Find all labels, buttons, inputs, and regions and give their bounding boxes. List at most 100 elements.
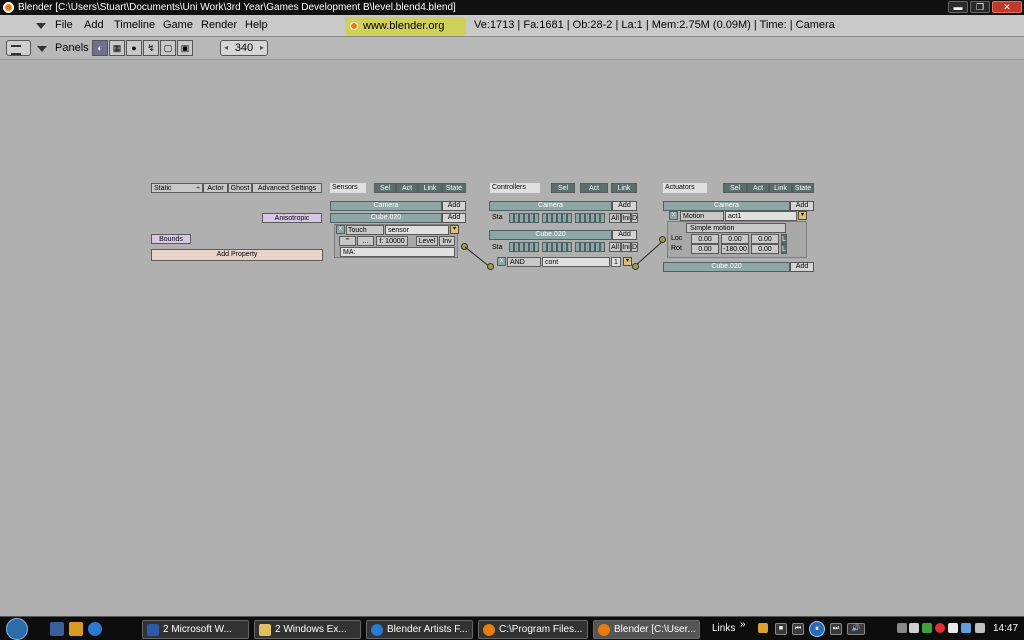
- sensors-cube-add-button[interactable]: Add: [442, 213, 466, 223]
- menu-collapse-icon[interactable]: [36, 23, 46, 29]
- cube-state-grid[interactable]: [509, 242, 605, 252]
- task-microsoft-word[interactable]: 2 Microsoft W...: [142, 620, 249, 639]
- tray-app-icon[interactable]: [758, 623, 768, 633]
- frame-next-icon[interactable]: ▸: [260, 41, 264, 55]
- sensor-level-toggle[interactable]: Level: [416, 236, 438, 246]
- frame-prev-icon[interactable]: ◂: [224, 41, 228, 55]
- physics-type-select[interactable]: Static ÷: [151, 183, 203, 193]
- sensor-invert-toggle[interactable]: Inv: [439, 236, 455, 246]
- menu-timeline[interactable]: Timeline: [114, 19, 155, 31]
- start-button-icon[interactable]: [6, 618, 28, 640]
- sensors-act-toggle[interactable]: Act: [396, 183, 418, 193]
- tray-green-icon[interactable]: [922, 623, 932, 633]
- camera-state-ini-button[interactable]: Ini: [621, 213, 631, 223]
- actor-toggle[interactable]: Actor: [203, 183, 228, 193]
- task-blender-active[interactable]: Blender [C:\User...: [593, 620, 700, 639]
- pause-icon[interactable]: ⏸: [809, 621, 825, 637]
- scene-context-icon[interactable]: ▣: [177, 40, 193, 56]
- next-icon[interactable]: ⏭: [830, 623, 842, 635]
- actuators-act-toggle[interactable]: Act: [747, 183, 769, 193]
- actuators-camera-bar[interactable]: Camera: [663, 201, 790, 211]
- controller-type-select[interactable]: AND: [507, 257, 541, 267]
- tray-arrow-icon[interactable]: [897, 623, 907, 633]
- controller-expand-icon[interactable]: ▾: [623, 257, 632, 266]
- sensor-name-field[interactable]: sensor: [385, 225, 449, 235]
- blender-url-badge[interactable]: www.blender.org 248.1: [345, 17, 466, 50]
- menu-file[interactable]: File: [55, 19, 73, 31]
- sensor-type-select[interactable]: Touch: [346, 225, 384, 235]
- controller-priority-field[interactable]: 1: [611, 257, 621, 267]
- stop-icon[interactable]: ■: [775, 623, 787, 635]
- controller-name-field[interactable]: cont: [542, 257, 610, 267]
- frame-number-field[interactable]: ◂ 340 ▸: [220, 40, 268, 56]
- task-program-files[interactable]: C:\Program Files...: [478, 620, 588, 639]
- sensor-frequency-field[interactable]: f: 10000: [376, 236, 408, 246]
- sensors-link-toggle[interactable]: Link: [418, 183, 442, 193]
- advanced-settings-button[interactable]: Advanced Settings: [252, 183, 322, 193]
- controllers-cube-add-button[interactable]: Add: [612, 230, 637, 240]
- actuator-input-node[interactable]: [659, 236, 666, 243]
- tray-red-icon[interactable]: [935, 623, 945, 633]
- camera-state-all-button[interactable]: All: [609, 213, 621, 223]
- sensors-camera-add-button[interactable]: Add: [442, 201, 466, 211]
- camera-state-d-button[interactable]: D: [631, 213, 638, 223]
- previous-icon[interactable]: ⏮: [792, 623, 804, 635]
- actuator-type-select[interactable]: Motion: [680, 211, 724, 221]
- loc-y-field[interactable]: 0.00: [721, 234, 749, 244]
- internet-explorer-icon[interactable]: [88, 622, 102, 636]
- sensors-cube-bar[interactable]: Cube.020: [330, 213, 442, 223]
- actuators-state-toggle[interactable]: State: [792, 183, 814, 193]
- window-type-icon[interactable]: [6, 40, 31, 56]
- links-chevron-icon[interactable]: »: [740, 619, 746, 630]
- tray-doc-icon[interactable]: [948, 623, 958, 633]
- rot-x-field[interactable]: 0.00: [691, 244, 719, 254]
- controller-input-node[interactable]: [487, 263, 494, 270]
- actuator-delete-icon[interactable]: x: [669, 211, 678, 220]
- menu-add[interactable]: Add: [84, 19, 104, 31]
- motion-mode-select[interactable]: Simple motion: [686, 223, 786, 233]
- controller-output-node[interactable]: [632, 263, 639, 270]
- menu-game[interactable]: Game: [163, 19, 193, 31]
- sensor-expand-icon[interactable]: ▾: [450, 225, 459, 234]
- minimize-button[interactable]: ▬: [948, 1, 968, 13]
- actuator-expand-icon[interactable]: ▾: [798, 211, 807, 220]
- sensors-camera-bar[interactable]: Camera: [330, 201, 442, 211]
- anisotropic-toggle[interactable]: Anisotropic: [262, 213, 322, 223]
- actuators-camera-add-button[interactable]: Add: [790, 201, 814, 211]
- controllers-sel-toggle[interactable]: Sel: [551, 183, 575, 193]
- actuators-cube-add-button[interactable]: Add: [790, 262, 814, 272]
- sensors-state-toggle[interactable]: State: [442, 183, 466, 193]
- controllers-link-toggle[interactable]: Link: [611, 183, 637, 193]
- sensors-sel-toggle[interactable]: Sel: [374, 183, 396, 193]
- logic-context-icon[interactable]: ◐: [92, 40, 108, 56]
- network-icon[interactable]: [961, 623, 971, 633]
- cube-state-ini-button[interactable]: Ini: [621, 242, 631, 252]
- controllers-cube-bar[interactable]: Cube.020: [489, 230, 612, 240]
- maximize-button[interactable]: ❐: [970, 1, 990, 13]
- ghost-toggle[interactable]: Ghost: [228, 183, 252, 193]
- task-windows-explorer[interactable]: 2 Windows Ex...: [254, 620, 361, 639]
- controller-delete-icon[interactable]: x: [497, 257, 506, 266]
- menu-help[interactable]: Help: [245, 19, 268, 31]
- bounds-toggle[interactable]: Bounds: [151, 234, 191, 244]
- tray-window-icon[interactable]: [909, 623, 919, 633]
- controllers-camera-add-button[interactable]: Add: [612, 201, 637, 211]
- links-toolbar[interactable]: Links: [712, 623, 735, 634]
- menu-render[interactable]: Render: [201, 19, 237, 31]
- rot-z-field[interactable]: 0.00: [751, 244, 779, 254]
- actuator-name-field[interactable]: act1: [725, 211, 797, 221]
- media-player-icon[interactable]: [69, 622, 83, 636]
- controllers-camera-bar[interactable]: Camera: [489, 201, 612, 211]
- volume-icon[interactable]: 🔊: [847, 623, 865, 635]
- camera-state-grid[interactable]: [509, 213, 605, 223]
- shading-context-icon[interactable]: ●: [126, 40, 142, 56]
- close-button[interactable]: ✕: [992, 1, 1022, 13]
- sensor-delete-icon[interactable]: x: [336, 225, 345, 234]
- loc-x-field[interactable]: 0.00: [691, 234, 719, 244]
- sensor-material-field[interactable]: MA:: [340, 247, 455, 257]
- cube-state-d-button[interactable]: D: [631, 242, 638, 252]
- rot-local-toggle[interactable]: L: [781, 244, 787, 254]
- task-blender-artists[interactable]: Blender Artists F...: [366, 620, 473, 639]
- script-context-icon[interactable]: ▦: [109, 40, 125, 56]
- actuators-link-toggle[interactable]: Link: [769, 183, 792, 193]
